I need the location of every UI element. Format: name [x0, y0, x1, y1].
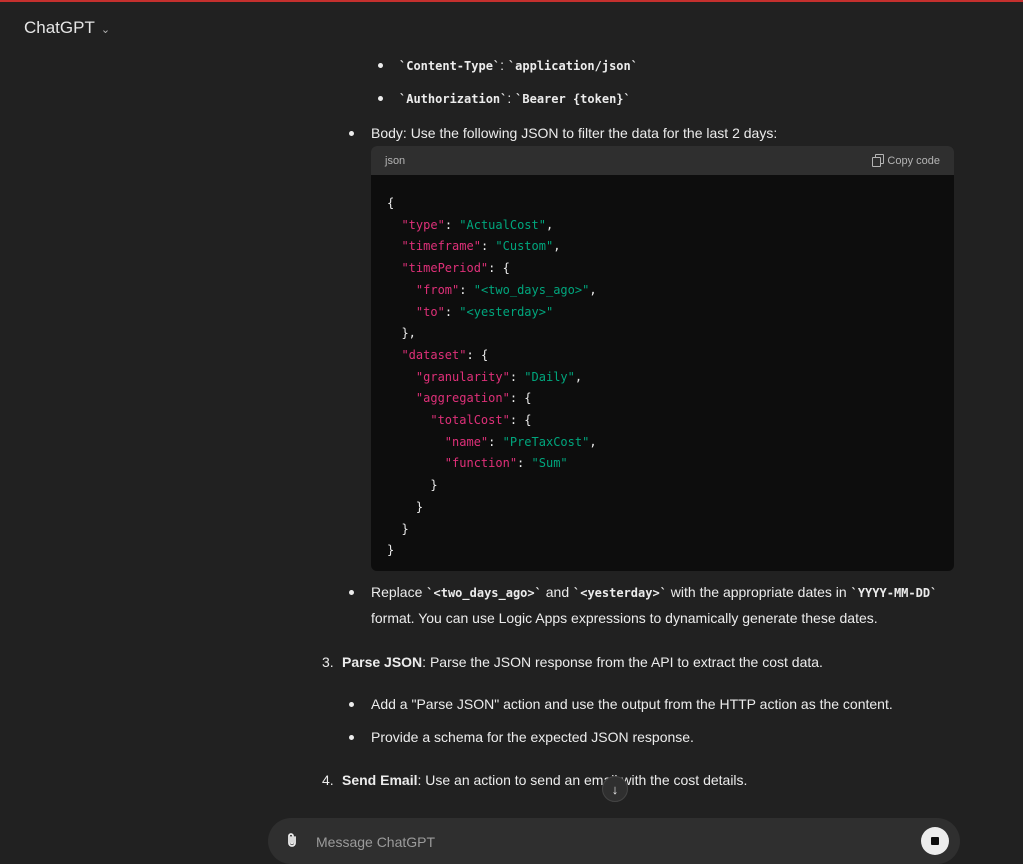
step-send-email: Send Email: Use an action to send an ema…	[342, 772, 748, 788]
step-number: 3.	[322, 654, 334, 670]
code-line: "totalCost": {	[430, 413, 532, 428]
stop-icon	[931, 837, 939, 845]
replace-instruction-line2: format. You can use Logic Apps expressio…	[371, 610, 878, 626]
code-line: "dataset": {	[401, 347, 489, 362]
bullet	[349, 702, 354, 707]
message-composer	[268, 818, 960, 864]
code-line: "granularity": "Daily",	[415, 369, 583, 384]
list-item: Provide a schema for the expected JSON r…	[371, 729, 694, 745]
arrow-down-icon: ↓	[611, 781, 619, 797]
code-line: {	[387, 196, 395, 210]
message-input[interactable]	[314, 830, 878, 854]
copy-code-label: Copy code	[887, 154, 940, 167]
code-line: }	[387, 499, 424, 514]
bullet	[349, 590, 354, 595]
code-line: "to": "<yesterday>"	[415, 304, 554, 319]
code-language: json	[385, 154, 406, 167]
code-line: },	[387, 326, 416, 341]
stop-generating-button[interactable]	[921, 827, 949, 855]
list-item: Add a "Parse JSON" action and use the ou…	[371, 696, 893, 712]
code-line: }	[387, 521, 409, 536]
replace-instruction: Replace `<two_days_ago>` and `<yesterday…	[371, 584, 938, 600]
list-item: `Authorization`: `Bearer {token}`	[399, 90, 631, 106]
body-instruction: Body: Use the following JSON to filter t…	[371, 125, 778, 141]
code-content[interactable]: { "type": "ActualCost", "timeframe": "Cu…	[371, 175, 954, 562]
code-line: }	[387, 543, 395, 558]
bullet	[378, 96, 383, 101]
bullet	[378, 63, 383, 68]
code-line: "function": "Sum"	[444, 456, 568, 471]
step-parse-json: Parse JSON: Parse the JSON response from…	[342, 654, 823, 670]
code-line: "type": "ActualCost",	[401, 217, 554, 232]
code-block: json Copy code { "type": "ActualCost", "…	[371, 146, 954, 571]
list-item: `Content-Type`: `application/json`	[399, 57, 638, 73]
code-line: "aggregation": {	[415, 391, 532, 406]
code-line: "name": "PreTaxCost",	[444, 434, 597, 449]
paperclip-icon[interactable]	[286, 832, 298, 853]
code-header: json Copy code	[371, 146, 954, 175]
copy-code-button[interactable]: Copy code	[872, 154, 940, 167]
code-line: "timeframe": "Custom",	[401, 239, 561, 254]
scroll-to-bottom-button[interactable]: ↓	[602, 776, 628, 802]
copy-icon	[872, 154, 885, 167]
chat-message: `Content-Type`: `application/json` `Auth…	[0, 0, 1023, 856]
code-line: "from": "<two_days_ago>",	[415, 282, 597, 297]
bullet	[349, 735, 354, 740]
code-line: "timePeriod": {	[401, 261, 510, 276]
step-number: 4.	[322, 772, 334, 788]
bullet	[349, 131, 354, 136]
code-line: }	[387, 478, 438, 493]
